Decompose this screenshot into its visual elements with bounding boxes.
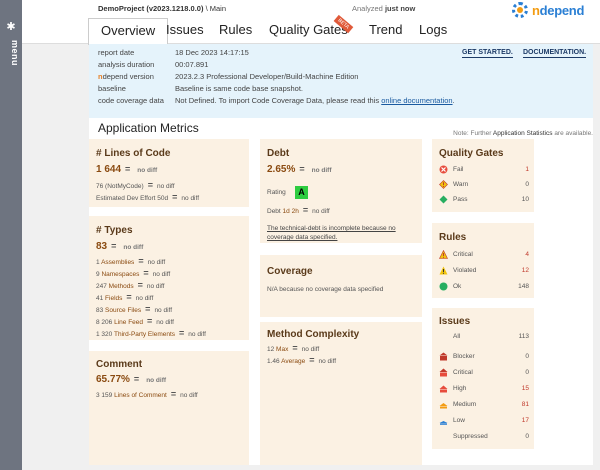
loc-value: 1 644 = no diff xyxy=(96,164,158,175)
logo-gear-icon xyxy=(512,2,528,18)
debt-card[interactable]: Debt 2.65% = no diff Rating A Debt 1d 2h = n… xyxy=(260,139,422,243)
card-title: Issues xyxy=(439,316,471,327)
statistics-note: Note: Further Application Statistics are… xyxy=(453,130,593,137)
comment-card[interactable]: Comment 65.77% = no diff 3 159 Lines of Co… xyxy=(89,351,249,465)
types-methods: 247 Methods = no diff xyxy=(96,280,165,290)
complexity-average: 1.46 Average = no diff xyxy=(267,355,337,365)
logo-text: ndepend xyxy=(532,2,585,18)
card-title: # Lines of Code xyxy=(96,148,171,159)
top-header: DemoProject (v2023.1218.0.0) \ Main Anal… xyxy=(22,0,600,18)
card-title: # Types xyxy=(96,225,133,236)
info-value-report-date: 18 Dec 2023 14:17:15 xyxy=(175,48,249,57)
info-label-duration: analysis duration xyxy=(98,60,155,69)
types-card[interactable]: # Types 83 = no diff 1 Assemblies = no diff … xyxy=(89,216,249,340)
rating-badge[interactable]: A xyxy=(295,186,308,199)
card-title: Debt xyxy=(267,148,290,159)
complexity-max: 12 Max = no diff xyxy=(267,343,320,353)
equal-icon: = xyxy=(125,164,131,174)
info-value-version: 2023.2.3 Professional Developer/Build-Ma… xyxy=(175,72,359,81)
violated-icon xyxy=(439,266,448,275)
ok-icon xyxy=(439,282,448,291)
info-label-version: ndepend version xyxy=(98,72,154,81)
menu-label[interactable]: menu xyxy=(2,40,20,66)
tab-rules[interactable]: Rules xyxy=(219,22,252,37)
fail-icon xyxy=(439,165,448,174)
info-label-report-date: report date xyxy=(98,48,135,57)
quality-gates-card[interactable]: Quality Gates Fail 1 Warn 0 Pass 10 xyxy=(432,139,534,212)
project-breadcrumb[interactable]: DemoProject (v2023.1218.0.0) \ Main xyxy=(98,4,226,13)
method-complexity-card[interactable]: Method Complexity 12 Max = no diff 1.46 Av… xyxy=(260,322,422,465)
types-value: 83 = no diff xyxy=(96,241,144,252)
debt-value: 2.65% = no diff xyxy=(267,164,332,175)
project-name: DemoProject (v2023.1218.0.0) xyxy=(98,4,204,13)
pass-icon xyxy=(439,195,448,204)
blocker-icon xyxy=(439,352,448,361)
get-started-button[interactable]: GET STARTED. xyxy=(462,49,513,58)
loc-dev-effort: Estimated Dev Effort 50d = no diff xyxy=(96,192,199,202)
card-title: Quality Gates xyxy=(439,148,504,159)
coverage-card[interactable]: Coverage N/A because no coverage data sp… xyxy=(260,255,422,317)
card-title: Coverage xyxy=(267,266,313,277)
expand-icon[interactable]: ✱ xyxy=(5,21,17,33)
application-statistics-link[interactable]: Application Statistics xyxy=(493,130,553,137)
info-value-coverage: Not Defined. To import Code Coverage Dat… xyxy=(175,96,455,105)
info-value-duration: 00:07.891 xyxy=(175,60,209,69)
types-assemblies: 1 Assemblies = no diff xyxy=(96,256,166,266)
critical-icon xyxy=(439,249,448,259)
tab-overview[interactable]: Overview xyxy=(88,18,169,45)
application-metrics-section: Application Metrics Note: Further Applic… xyxy=(89,118,593,465)
side-menu-rail[interactable]: ✱ menu xyxy=(0,0,22,470)
debt-incomplete-warning[interactable]: The technical-debt is incomplete because… xyxy=(267,224,417,242)
warn-icon xyxy=(439,180,448,189)
analysis-info-panel: report date 18 Dec 2023 14:17:15 analysi… xyxy=(89,44,593,118)
rules-card[interactable]: Rules Critical 4 Violated 12 Ok 148 xyxy=(432,223,534,298)
info-label-coverage: code coverage data xyxy=(98,96,164,105)
high-severity-icon xyxy=(439,384,448,393)
types-namespaces: 9 Namespaces = no diff xyxy=(96,268,171,278)
rating-label: Rating xyxy=(267,189,286,196)
tab-quality-gates[interactable]: Quality Gates xyxy=(269,22,348,37)
info-value-baseline: Baseline is same code base snapshot. xyxy=(175,84,303,93)
project-branch: \ Main xyxy=(203,4,226,13)
types-third-party: 1 320 Third-Party Elements = no diff xyxy=(96,328,206,338)
card-title: Rules xyxy=(439,232,467,243)
main-nav: Overview Issues Rules Quality Gates BETA… xyxy=(22,14,600,45)
page-title: Application Metrics xyxy=(98,121,199,135)
analyzed-status: Analyzed just now xyxy=(352,4,416,13)
card-title: Method Complexity xyxy=(267,329,360,340)
online-documentation-link[interactable]: online documentation xyxy=(381,96,452,105)
types-source-files: 83 Source Files = no diff xyxy=(96,304,173,314)
coverage-text: N/A because no coverage data specified xyxy=(267,286,384,293)
lines-of-code-card[interactable]: # Lines of Code 1 644 = no diff 76 (NotMyC… xyxy=(89,139,249,207)
comment-value: 65.77% = no diff xyxy=(96,374,167,385)
types-line-feed: 8 206 Line Feed = no diff xyxy=(96,316,174,326)
types-fields: 41 Fields = no diff xyxy=(96,292,154,302)
critical-severity-icon xyxy=(439,368,448,377)
card-title: Comment xyxy=(96,359,143,370)
comment-lines: 3 159 Lines of Comment = no diff xyxy=(96,389,198,399)
low-severity-icon xyxy=(439,416,448,425)
tab-logs[interactable]: Logs xyxy=(419,22,447,37)
medium-severity-icon xyxy=(439,400,448,409)
loc-not-my-code: 76 (NotMyCode) = no diff xyxy=(96,180,175,190)
issues-card[interactable]: Issues All 113 Blocker 0 Critical 0 High 15 … xyxy=(432,308,534,449)
tab-trend[interactable]: Trend xyxy=(369,22,402,37)
ndepend-logo[interactable]: ndepend xyxy=(512,1,584,19)
tab-issues[interactable]: Issues xyxy=(166,22,204,37)
info-label-baseline: baseline xyxy=(98,84,126,93)
debt-time: Debt 1d 2h = no diff xyxy=(267,205,330,215)
documentation-button[interactable]: DOCUMENTATION. xyxy=(523,49,587,58)
